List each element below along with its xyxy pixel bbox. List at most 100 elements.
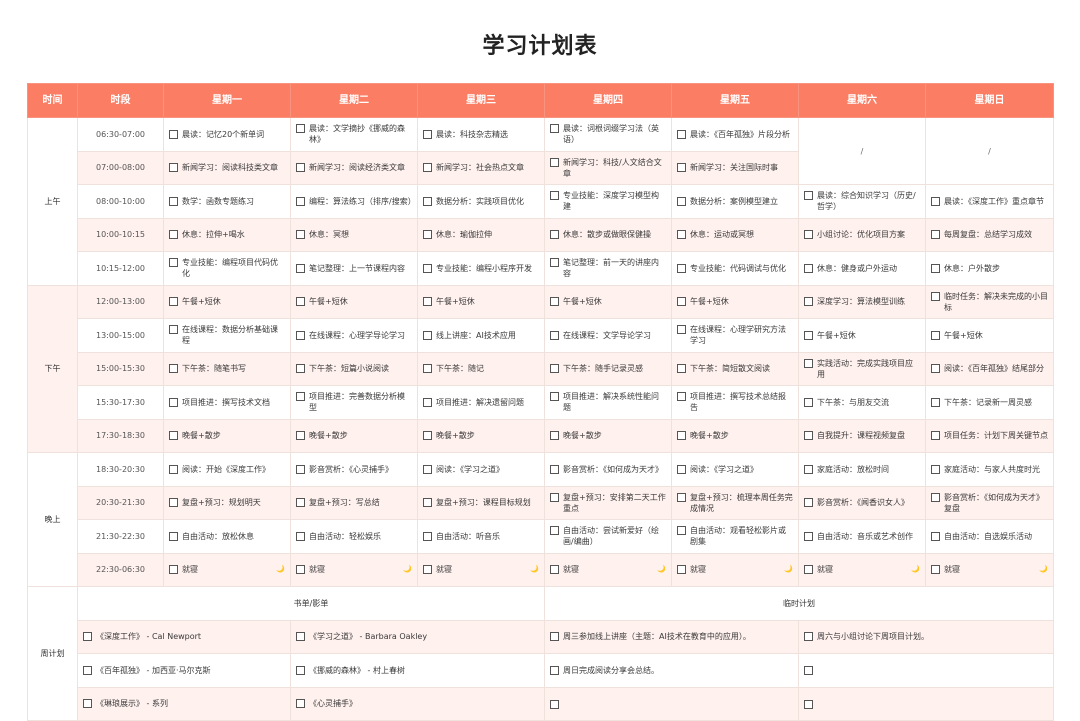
- task-checkbox[interactable]: [550, 431, 559, 441]
- task-checkbox[interactable]: [169, 258, 178, 268]
- task-checkbox[interactable]: [423, 297, 432, 307]
- plan-checkbox[interactable]: [550, 632, 559, 642]
- task-checkbox[interactable]: [296, 196, 305, 206]
- task-checkbox[interactable]: [169, 431, 178, 441]
- task-checkbox[interactable]: [804, 330, 813, 340]
- task-checkbox[interactable]: [931, 364, 940, 374]
- book-checkbox[interactable]: [296, 699, 305, 709]
- task-checkbox[interactable]: [423, 498, 432, 508]
- plan-checkbox[interactable]: [804, 632, 813, 642]
- book-checkbox[interactable]: [296, 632, 305, 642]
- task-checkbox[interactable]: [677, 526, 686, 536]
- task-checkbox[interactable]: [169, 498, 178, 508]
- task-checkbox[interactable]: [423, 565, 432, 575]
- task-checkbox[interactable]: [423, 163, 432, 173]
- task-checkbox[interactable]: [296, 297, 305, 307]
- task-checkbox[interactable]: [677, 392, 686, 402]
- task-checkbox[interactable]: [423, 397, 432, 407]
- task-checkbox[interactable]: [931, 263, 940, 273]
- task-checkbox[interactable]: [931, 196, 940, 206]
- task-checkbox[interactable]: [804, 191, 813, 201]
- task-checkbox[interactable]: [296, 392, 305, 402]
- task-checkbox[interactable]: [423, 531, 432, 541]
- task-checkbox[interactable]: [677, 163, 686, 173]
- plan-checkbox[interactable]: [550, 665, 559, 675]
- task-checkbox[interactable]: [550, 157, 559, 167]
- task-checkbox[interactable]: [296, 163, 305, 173]
- plan-checkbox[interactable]: [550, 699, 559, 709]
- task-checkbox[interactable]: [550, 392, 559, 402]
- plan-checkbox[interactable]: [804, 666, 813, 676]
- task-checkbox[interactable]: [423, 230, 432, 240]
- task-checkbox[interactable]: [677, 263, 686, 273]
- task-checkbox[interactable]: [804, 531, 813, 541]
- task-checkbox[interactable]: [169, 325, 178, 335]
- task-checkbox[interactable]: [550, 230, 559, 240]
- book-checkbox[interactable]: [83, 699, 92, 709]
- task-checkbox[interactable]: [169, 464, 178, 474]
- task-checkbox[interactable]: [169, 297, 178, 307]
- task-checkbox[interactable]: [423, 330, 432, 340]
- task-checkbox[interactable]: [169, 129, 178, 139]
- task-checkbox[interactable]: [931, 397, 940, 407]
- book-checkbox[interactable]: [83, 665, 92, 675]
- task-checkbox[interactable]: [677, 364, 686, 374]
- task-checkbox[interactable]: [550, 492, 559, 502]
- task-checkbox[interactable]: [931, 291, 940, 301]
- task-checkbox[interactable]: [804, 565, 813, 575]
- task-checkbox[interactable]: [423, 196, 432, 206]
- task-checkbox[interactable]: [677, 325, 686, 335]
- task-checkbox[interactable]: [169, 565, 178, 575]
- task-checkbox[interactable]: [931, 565, 940, 575]
- task-checkbox[interactable]: [550, 364, 559, 374]
- task-checkbox[interactable]: [931, 330, 940, 340]
- task-checkbox[interactable]: [804, 230, 813, 240]
- task-checkbox[interactable]: [550, 565, 559, 575]
- task-checkbox[interactable]: [550, 191, 559, 201]
- task-checkbox[interactable]: [169, 230, 178, 240]
- task-checkbox[interactable]: [550, 330, 559, 340]
- task-checkbox[interactable]: [296, 330, 305, 340]
- task-checkbox[interactable]: [677, 464, 686, 474]
- task-checkbox[interactable]: [296, 263, 305, 273]
- task-checkbox[interactable]: [169, 531, 178, 541]
- task-checkbox[interactable]: [423, 129, 432, 139]
- task-checkbox[interactable]: [169, 397, 178, 407]
- task-checkbox[interactable]: [296, 431, 305, 441]
- task-checkbox[interactable]: [169, 163, 178, 173]
- task-checkbox[interactable]: [296, 230, 305, 240]
- task-checkbox[interactable]: [550, 258, 559, 268]
- task-checkbox[interactable]: [804, 263, 813, 273]
- task-checkbox[interactable]: [296, 124, 305, 134]
- task-checkbox[interactable]: [931, 464, 940, 474]
- task-checkbox[interactable]: [804, 431, 813, 441]
- task-checkbox[interactable]: [169, 196, 178, 206]
- book-checkbox[interactable]: [83, 632, 92, 642]
- task-checkbox[interactable]: [296, 531, 305, 541]
- task-checkbox[interactable]: [677, 492, 686, 502]
- book-checkbox[interactable]: [296, 665, 305, 675]
- task-checkbox[interactable]: [296, 565, 305, 575]
- task-checkbox[interactable]: [804, 397, 813, 407]
- task-checkbox[interactable]: [677, 431, 686, 441]
- task-checkbox[interactable]: [931, 230, 940, 240]
- task-checkbox[interactable]: [677, 297, 686, 307]
- task-checkbox[interactable]: [931, 492, 940, 502]
- task-checkbox[interactable]: [296, 464, 305, 474]
- task-checkbox[interactable]: [804, 498, 813, 508]
- task-checkbox[interactable]: [296, 364, 305, 374]
- task-checkbox[interactable]: [931, 531, 940, 541]
- task-checkbox[interactable]: [804, 464, 813, 474]
- task-checkbox[interactable]: [677, 565, 686, 575]
- task-checkbox[interactable]: [550, 526, 559, 536]
- plan-checkbox[interactable]: [804, 699, 813, 709]
- task-checkbox[interactable]: [804, 297, 813, 307]
- task-checkbox[interactable]: [677, 129, 686, 139]
- task-checkbox[interactable]: [550, 297, 559, 307]
- task-checkbox[interactable]: [677, 230, 686, 240]
- task-checkbox[interactable]: [169, 364, 178, 374]
- task-checkbox[interactable]: [550, 464, 559, 474]
- task-checkbox[interactable]: [296, 498, 305, 508]
- task-checkbox[interactable]: [550, 124, 559, 134]
- task-checkbox[interactable]: [931, 431, 940, 441]
